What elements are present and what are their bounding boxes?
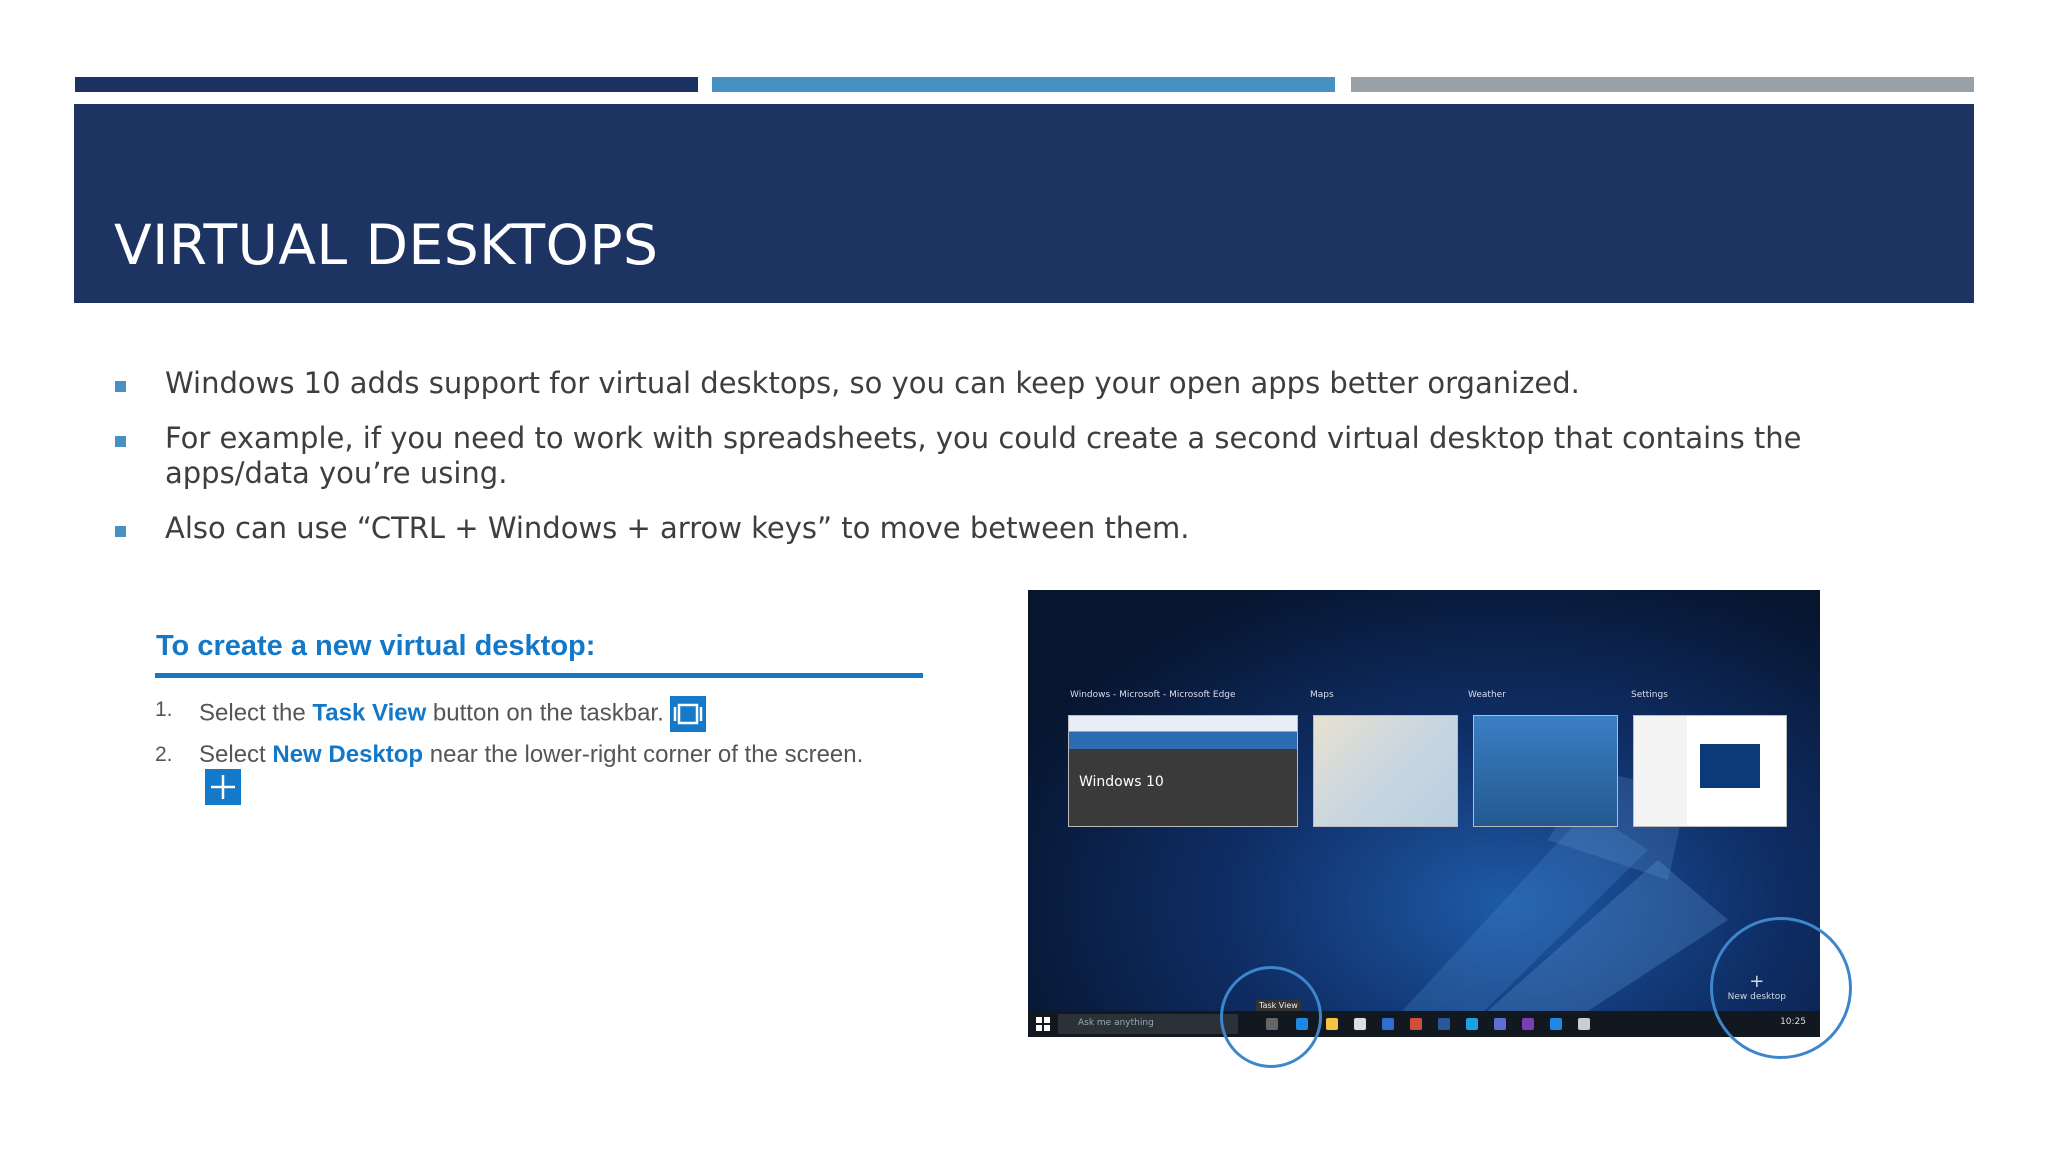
step-text: Select New Desktop near the lower-right … — [199, 741, 889, 805]
bullet-marker — [115, 381, 126, 392]
heading-rule — [155, 673, 923, 678]
settings-window-thumbnail[interactable] — [1633, 715, 1787, 827]
task-view-icon — [669, 696, 706, 732]
howto-panel: To create a new virtual desktop: 1. Sele… — [150, 620, 930, 860]
weather-window-thumbnail[interactable] — [1473, 715, 1618, 827]
bullet-item: For example, if you need to work with sp… — [114, 421, 1924, 491]
taskbar: Ask me anything 10:25 — [1028, 1011, 1820, 1037]
plus-icon — [205, 769, 241, 805]
step-keyword: New Desktop — [272, 741, 424, 768]
howto-heading: To create a new virtual desktop: — [156, 630, 596, 662]
skype-icon[interactable] — [1466, 1018, 1478, 1030]
bullet-text: Also can use “CTRL + Windows + arrow key… — [165, 511, 1190, 545]
store-icon[interactable] — [1354, 1018, 1366, 1030]
title-band: VIRTUAL DESKTOPS — [74, 104, 1974, 303]
bullet-text: For example, if you need to work with sp… — [165, 421, 1802, 490]
step-keyword: Task View — [312, 699, 427, 727]
word-icon[interactable] — [1438, 1018, 1450, 1030]
accent-bar-dark — [75, 77, 698, 92]
maps-window-thumbnail[interactable] — [1313, 715, 1458, 827]
search-placeholder: Ask me anything — [1078, 1018, 1154, 1028]
cortana-search-box[interactable]: Ask me anything — [1058, 1014, 1238, 1034]
step-text: Select the Task View button on the taskb… — [199, 696, 889, 732]
onenote-icon[interactable] — [1522, 1018, 1534, 1030]
edge-window-thumbnail[interactable]: Windows 10 — [1068, 715, 1298, 827]
highlight-circle-new-desktop — [1710, 917, 1852, 1059]
bullet-marker — [115, 526, 126, 537]
thumb-title: Weather — [1468, 690, 1506, 700]
thumb-title: Windows - Microsoft - Microsoft Edge — [1070, 690, 1236, 700]
settings-preview — [1700, 744, 1760, 788]
step-text-pre: Select the — [199, 699, 313, 727]
step-number: 1. — [155, 698, 173, 721]
people-icon[interactable] — [1578, 1018, 1590, 1030]
windows-start-icon[interactable] — [1036, 1017, 1050, 1031]
bullet-marker — [115, 436, 126, 447]
thumb-title: Settings — [1631, 690, 1668, 700]
file-explorer-icon[interactable] — [1326, 1018, 1338, 1030]
step-text-pre: Select — [199, 741, 273, 768]
bullet-item: Windows 10 adds support for virtual desk… — [114, 366, 1924, 401]
outlook-icon[interactable] — [1382, 1018, 1394, 1030]
step-text-post: near the lower-right corner of the scree… — [423, 741, 864, 768]
step-number: 2. — [155, 743, 173, 766]
app-icon[interactable] — [1494, 1018, 1506, 1030]
step-text-post: button on the taskbar. — [426, 699, 664, 727]
bullet-item: Also can use “CTRL + Windows + arrow key… — [114, 511, 1924, 546]
accent-bar-blue — [712, 77, 1335, 92]
windows-task-view-screenshot: Windows - Microsoft - Microsoft Edge Map… — [1028, 590, 1820, 1037]
powerpoint-icon[interactable] — [1410, 1018, 1422, 1030]
thumb-caption: Windows 10 — [1079, 774, 1164, 790]
bullet-list: Windows 10 adds support for virtual desk… — [114, 366, 1924, 566]
accent-bar-gray — [1351, 77, 1974, 92]
highlight-circle-task-view — [1220, 966, 1322, 1068]
bullet-text: Windows 10 adds support for virtual desk… — [165, 366, 1580, 400]
thumb-title: Maps — [1310, 690, 1334, 700]
app-icon[interactable] — [1550, 1018, 1562, 1030]
slide-title: VIRTUAL DESKTOPS — [114, 213, 659, 277]
